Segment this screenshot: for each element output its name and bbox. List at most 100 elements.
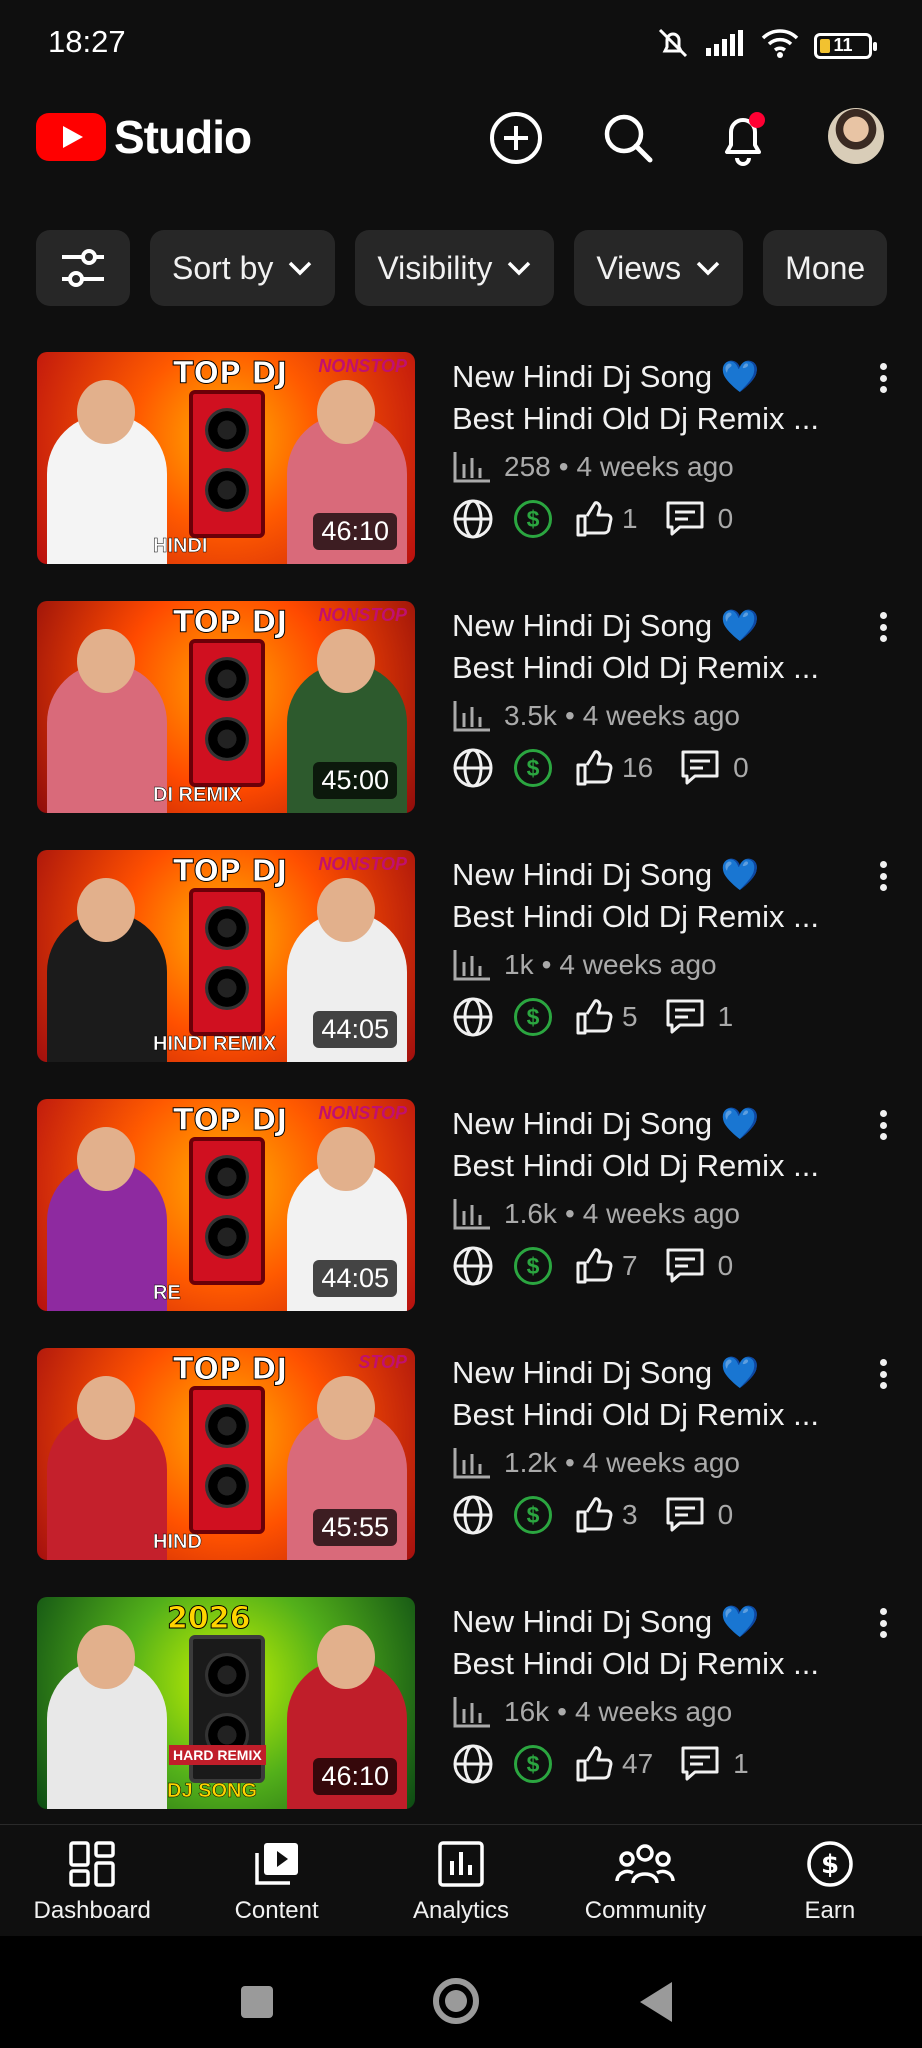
view-count: 1.6k <box>504 1198 557 1229</box>
comment-icon <box>664 499 706 539</box>
recents-button[interactable] <box>241 1986 273 2018</box>
video-list-item[interactable]: 2026 HARD REMIX DJ SONG 46:10 New Hindi … <box>0 1595 922 1844</box>
video-title[interactable]: New Hindi Dj Song 💙 Best Hindi Old Dj Re… <box>452 356 852 440</box>
monetization-icon[interactable]: $ <box>514 1745 552 1783</box>
public-visibility-icon[interactable] <box>452 498 494 540</box>
more-options-icon[interactable] <box>868 1356 898 1392</box>
video-list-item[interactable]: TOP DJ NONSTOP HINDI 46:10 New Hindi Dj … <box>0 350 922 599</box>
sort-by-chip[interactable]: Sort by <box>150 230 336 306</box>
video-list-item[interactable]: TOP DJ NONSTOP HINDI REMIX 44:05 New Hin… <box>0 848 922 1097</box>
public-visibility-icon[interactable] <box>452 747 494 789</box>
like-icon <box>574 1495 614 1535</box>
video-thumbnail[interactable]: 2026 HARD REMIX DJ SONG 46:10 <box>37 1597 415 1809</box>
create-icon[interactable] <box>486 108 546 168</box>
thumbnail-headline: TOP DJ <box>172 1352 288 1388</box>
video-title[interactable]: New Hindi Dj Song 💙 Best Hindi Old Dj Re… <box>452 605 852 689</box>
thumbnail-corner-text: NONSTOP <box>318 356 407 376</box>
more-options-icon[interactable] <box>868 1605 898 1641</box>
separator: • <box>541 949 552 980</box>
chip-label: Mone <box>785 249 866 286</box>
thumbnail-face-left <box>77 878 135 942</box>
nav-label: Earn <box>804 1897 856 1924</box>
video-title[interactable]: New Hindi Dj Song 💙 Best Hindi Old Dj Re… <box>452 1601 852 1685</box>
video-stats: $ 3 0 <box>452 1494 733 1536</box>
like-count: 16 <box>622 752 654 783</box>
speaker-graphic <box>189 888 265 1036</box>
video-duration: 46:10 <box>313 1758 397 1795</box>
thumbnail-face-right <box>317 629 375 693</box>
video-thumbnail[interactable]: TOP DJ NONSTOP HINDI REMIX 44:05 <box>37 850 415 1062</box>
like-count: 5 <box>622 1001 638 1032</box>
upload-age: 4 weeks ago <box>559 949 717 980</box>
svg-text:$: $ <box>821 1850 839 1880</box>
public-visibility-icon[interactable] <box>452 1494 494 1536</box>
thumbnail-bottom-text: DI REMIX <box>153 784 242 807</box>
video-duration: 44:05 <box>313 1011 397 1048</box>
video-list-item[interactable]: TOP DJ NONSTOP RE 44:05 New Hindi Dj Son… <box>0 1097 922 1346</box>
view-count: 258 <box>504 451 551 482</box>
thumbnail-bottom-text: RE <box>153 1282 181 1305</box>
like-icon <box>574 748 614 788</box>
thumbnail-corner-text: STOP <box>358 1352 407 1372</box>
views-chip[interactable]: Views <box>574 230 744 306</box>
earn-icon: $ <box>807 1841 853 1887</box>
back-button[interactable] <box>640 1982 672 2022</box>
nav-label: Community <box>584 1897 707 1924</box>
public-visibility-icon[interactable] <box>452 1743 494 1785</box>
video-title[interactable]: New Hindi Dj Song 💙 Best Hindi Old Dj Re… <box>452 1352 852 1436</box>
monetization-icon[interactable]: $ <box>514 749 552 787</box>
battery-icon: 11 <box>814 32 877 59</box>
video-title[interactable]: New Hindi Dj Song 💙 Best Hindi Old Dj Re… <box>452 854 852 938</box>
account-avatar[interactable] <box>828 108 884 164</box>
more-options-icon[interactable] <box>868 609 898 645</box>
wifi-icon <box>760 28 800 63</box>
notifications-icon[interactable] <box>713 108 773 168</box>
nav-earn[interactable]: $ Earn <box>738 1825 922 1936</box>
separator: • <box>558 451 569 482</box>
public-visibility-icon[interactable] <box>452 996 494 1038</box>
upload-age: 4 weeks ago <box>582 1447 740 1478</box>
monetization-icon[interactable]: $ <box>514 1496 552 1534</box>
monetization-icon[interactable]: $ <box>514 500 552 538</box>
video-thumbnail[interactable]: TOP DJ NONSTOP DI REMIX 45:00 <box>37 601 415 813</box>
monetization-icon[interactable]: $ <box>514 1247 552 1285</box>
video-list-item[interactable]: TOP DJ STOP HIND 45:55 New Hindi Dj Song… <box>0 1346 922 1595</box>
like-icon <box>574 499 614 539</box>
video-list-item[interactable]: TOP DJ NONSTOP DI REMIX 45:00 New Hindi … <box>0 599 922 848</box>
search-icon[interactable] <box>598 108 658 168</box>
video-title-line: Best Hindi Old Dj Remix ... <box>452 1646 819 1681</box>
nav-dashboard[interactable]: Dashboard <box>0 1825 184 1936</box>
video-title-line: New Hindi Dj Song 💙 <box>452 1106 760 1141</box>
youtube-studio-logo[interactable]: Studio <box>36 110 252 164</box>
thumbnail-face-left <box>77 1127 135 1191</box>
public-visibility-icon[interactable] <box>452 1245 494 1287</box>
more-options-icon[interactable] <box>868 360 898 396</box>
home-button[interactable] <box>433 1978 479 2024</box>
video-title-line: New Hindi Dj Song 💙 <box>452 359 760 394</box>
video-title-line: Best Hindi Old Dj Remix ... <box>452 650 819 685</box>
video-thumbnail[interactable]: TOP DJ NONSTOP HINDI 46:10 <box>37 352 415 564</box>
chevron-down-icon <box>508 261 531 276</box>
status-time: 18:27 <box>48 24 126 59</box>
monetization-icon[interactable]: $ <box>514 998 552 1036</box>
more-options-icon[interactable] <box>868 858 898 894</box>
video-title[interactable]: New Hindi Dj Song 💙 Best Hindi Old Dj Re… <box>452 1103 852 1187</box>
video-stats: $ 16 0 <box>452 747 749 789</box>
video-thumbnail[interactable]: TOP DJ STOP HIND 45:55 <box>37 1348 415 1560</box>
nav-community[interactable]: Community <box>553 1825 737 1936</box>
thumbnail-bottom-text: DJ SONG <box>167 1780 258 1803</box>
views-chart-icon <box>453 452 490 483</box>
nav-analytics[interactable]: Analytics <box>369 1825 553 1936</box>
comment-count: 0 <box>733 752 749 783</box>
visibility-chip[interactable]: Visibility <box>355 230 555 306</box>
upload-age: 4 weeks ago <box>576 451 734 482</box>
filter-settings-button[interactable] <box>36 230 130 306</box>
video-title-line: New Hindi Dj Song 💙 <box>452 1604 760 1639</box>
monetization-chip[interactable]: Mone <box>763 230 888 306</box>
speaker-graphic <box>189 390 265 538</box>
views-chart-icon <box>453 950 490 981</box>
video-thumbnail[interactable]: TOP DJ NONSTOP RE 44:05 <box>37 1099 415 1311</box>
comment-icon <box>679 748 721 788</box>
nav-content[interactable]: Content <box>184 1825 368 1936</box>
more-options-icon[interactable] <box>868 1107 898 1143</box>
